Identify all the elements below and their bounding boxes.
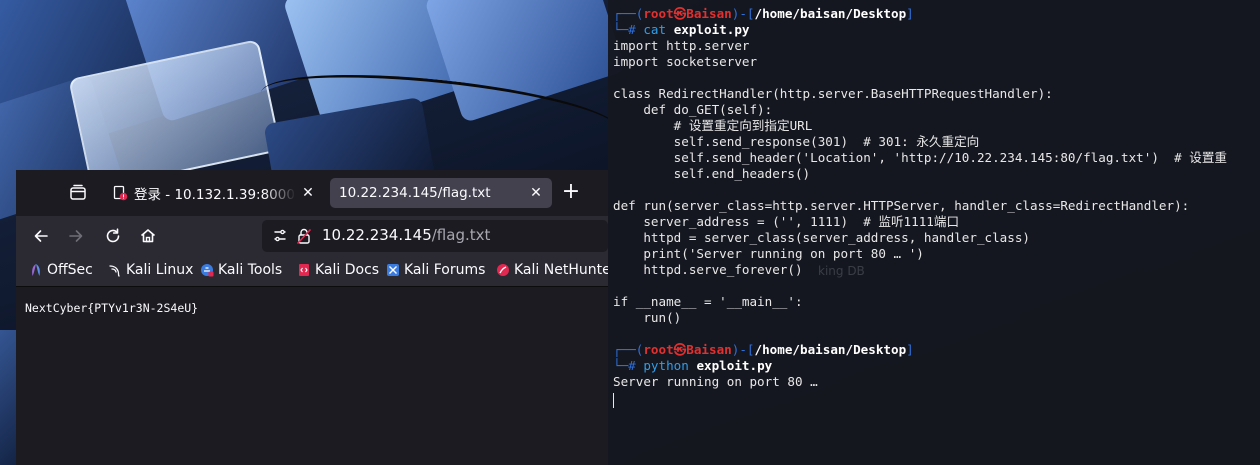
arrow-left-icon xyxy=(34,230,48,242)
browser-window: 登录 - 10.132.1.39:8000 - ✕ 10.22.234.145/… xyxy=(16,170,608,465)
bookmarks-toolbar: OffSec Kali Linux Kali Tools Kali Docs K… xyxy=(16,256,608,287)
code-line: class RedirectHandler(http.server.BaseHT… xyxy=(613,86,1053,101)
code-line: # 设置重定向到指定URL xyxy=(613,118,813,133)
tab-close-icon[interactable]: ✕ xyxy=(296,181,320,205)
url-host: 10.22.234.145 xyxy=(322,226,432,244)
code-line: print('Server running on port 80 … ') xyxy=(613,246,924,261)
code-line: self.end_headers() xyxy=(613,166,811,181)
code-line: server_address = ('', 1111) # 监听1111端口 xyxy=(613,214,960,229)
code-line: def run(server_class=http.server.HTTPSer… xyxy=(613,198,1190,213)
code-line: self.send_header('Location', 'http://10.… xyxy=(613,150,1228,165)
code-line: httpd = server_class(server_address, han… xyxy=(613,230,1031,245)
bookmark-offsec[interactable]: OffSec xyxy=(29,262,93,278)
page-warning-icon xyxy=(113,185,128,201)
bookmark-kali-linux[interactable]: Kali Linux xyxy=(108,262,193,278)
home-icon xyxy=(140,229,156,243)
tab-bar: 登录 - 10.132.1.39:8000 - ✕ 10.22.234.145/… xyxy=(16,170,608,216)
forward-button[interactable] xyxy=(64,224,88,248)
code-line: if __name__ = '__main__': xyxy=(613,294,803,309)
nethunter-icon xyxy=(497,264,509,276)
terminal-window[interactable]: king DB ┌──(root㉿Baisan)-[/home/baisan/D… xyxy=(608,0,1260,465)
bookmark-label: Kali Tools xyxy=(218,262,283,278)
bookmark-label: Kali Docs xyxy=(315,262,380,278)
reload-button[interactable] xyxy=(101,224,125,248)
tab-login[interactable]: 登录 - 10.132.1.39:8000 - ✕ xyxy=(102,178,324,208)
home-button[interactable] xyxy=(136,224,160,248)
bookmark-label: OffSec xyxy=(47,262,93,278)
address-bar[interactable]: 10.22.234.145/flag.txt xyxy=(262,220,608,252)
bookmark-label: Kali NetHunter xyxy=(514,262,608,278)
bookmark-kali-forums[interactable]: Kali Forums xyxy=(386,262,485,278)
tab-flag[interactable]: 10.22.234.145/flag.txt ✕ xyxy=(330,178,552,208)
navigation-toolbar: 10.22.234.145/flag.txt xyxy=(16,216,608,256)
command-line: └─# cat exploit.py xyxy=(613,22,750,37)
kali-dragon-icon xyxy=(109,265,120,277)
code-line: import http.server xyxy=(613,38,750,53)
bookmark-kali-docs[interactable]: Kali Docs xyxy=(297,262,379,278)
bookmark-label: Kali Linux xyxy=(126,262,194,278)
kali-tools-icon xyxy=(201,264,214,277)
prompt-line: ┌──(root㉿Baisan)-[/home/baisan/Desktop] xyxy=(613,342,914,357)
new-tab-button[interactable]: + xyxy=(559,181,583,205)
prompt-line: ┌──(root㉿Baisan)-[/home/baisan/Desktop] xyxy=(613,6,914,21)
kali-docs-icon xyxy=(299,264,309,276)
code-line: import socketserver xyxy=(613,54,758,69)
tab-title: 10.22.234.145/flag.txt xyxy=(339,185,491,201)
list-all-tabs-button[interactable] xyxy=(66,181,90,205)
page-info-icon[interactable] xyxy=(272,228,288,244)
code-line: httpd.serve_forever() xyxy=(613,262,803,277)
tab-title: 登录 - 10.132.1.39:8000 - xyxy=(134,187,296,203)
plus-icon: + xyxy=(561,179,581,204)
page-content: NextCyber{PTYv1r3N-2S4eU} xyxy=(16,287,608,465)
code-line: def do_GET(self): xyxy=(613,102,773,117)
tab-close-icon[interactable]: ✕ xyxy=(524,181,548,205)
bookmark-kali-nethunter[interactable]: Kali NetHunter xyxy=(496,262,608,278)
url-path: /flag.txt xyxy=(431,226,491,244)
command-line: └─# python exploit.py xyxy=(613,358,773,373)
bookmark-kali-tools[interactable]: Kali Tools xyxy=(200,262,282,278)
offsec-icon xyxy=(32,264,40,276)
url-text: 10.22.234.145/flag.txt xyxy=(322,226,490,244)
kali-forums-icon xyxy=(387,264,399,276)
bookmark-label: Kali Forums xyxy=(404,262,486,278)
reload-icon xyxy=(106,228,120,243)
terminal-cursor xyxy=(613,393,614,408)
code-line: run() xyxy=(613,310,682,325)
background-ghost-text: king DB xyxy=(818,264,865,278)
arrow-right-icon xyxy=(69,230,83,242)
output-line: Server running on port 80 … xyxy=(613,374,818,389)
tab-list-icon xyxy=(70,184,86,200)
back-button[interactable] xyxy=(29,224,53,248)
code-line: self.send_response(301) # 301: 永久重定向 xyxy=(613,134,980,149)
insecure-lock-icon[interactable] xyxy=(296,227,312,245)
flag-text: NextCyber{PTYv1r3N-2S4eU} xyxy=(25,301,199,315)
